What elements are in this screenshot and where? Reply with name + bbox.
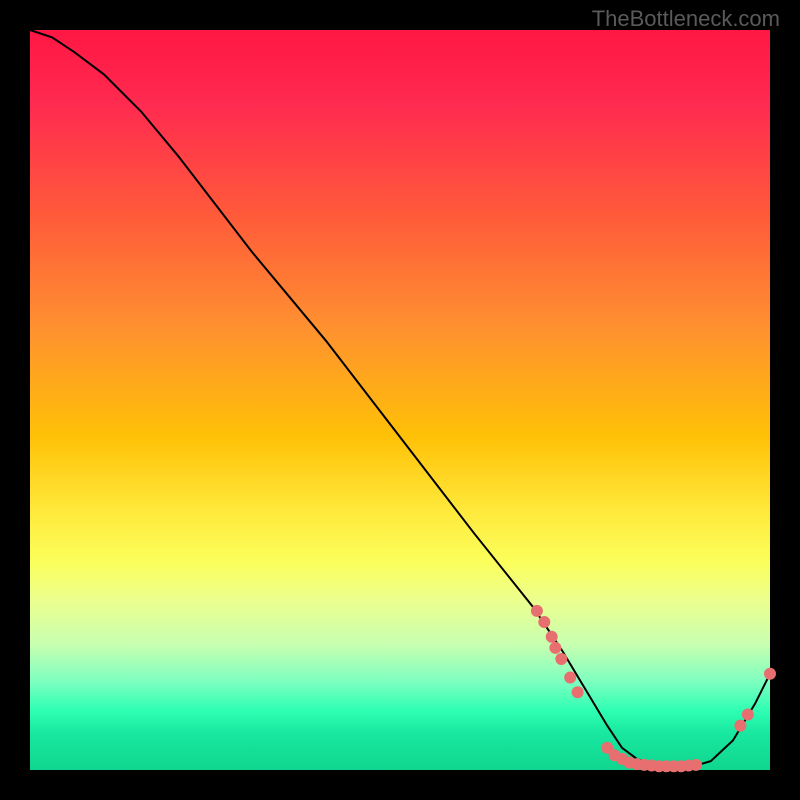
data-marker (690, 759, 702, 771)
data-marker (564, 672, 576, 684)
data-marker (555, 653, 567, 665)
data-marker (742, 709, 754, 721)
data-marker (546, 631, 558, 643)
chart-svg (30, 30, 770, 770)
data-markers (531, 605, 776, 772)
data-marker (734, 720, 746, 732)
data-marker (531, 605, 543, 617)
watermark-text: TheBottleneck.com (592, 6, 780, 32)
data-marker (572, 686, 584, 698)
data-marker (538, 616, 550, 628)
bottleneck-curve-line (30, 30, 770, 766)
data-marker (549, 642, 561, 654)
plot-area (30, 30, 770, 770)
data-marker (764, 668, 776, 680)
